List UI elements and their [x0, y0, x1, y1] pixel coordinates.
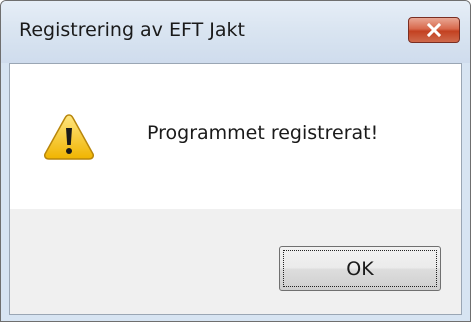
- warning-icon: [44, 114, 94, 160]
- title-bar[interactable]: Registrering av EFT Jakt: [1, 1, 470, 63]
- message-panel: Programmet registrerat!: [10, 64, 461, 209]
- dialog-window: Registrering av EFT Jakt Programmet regi…: [0, 0, 471, 322]
- close-icon: [427, 23, 441, 37]
- message-text: Programmet registrerat!: [147, 122, 379, 144]
- ok-button-label: OK: [283, 250, 437, 287]
- window-title: Registrering av EFT Jakt: [19, 19, 245, 41]
- dialog-client-area: Programmet registrerat! OK: [9, 63, 462, 315]
- ok-button[interactable]: OK: [279, 246, 441, 291]
- close-button[interactable]: [408, 17, 460, 43]
